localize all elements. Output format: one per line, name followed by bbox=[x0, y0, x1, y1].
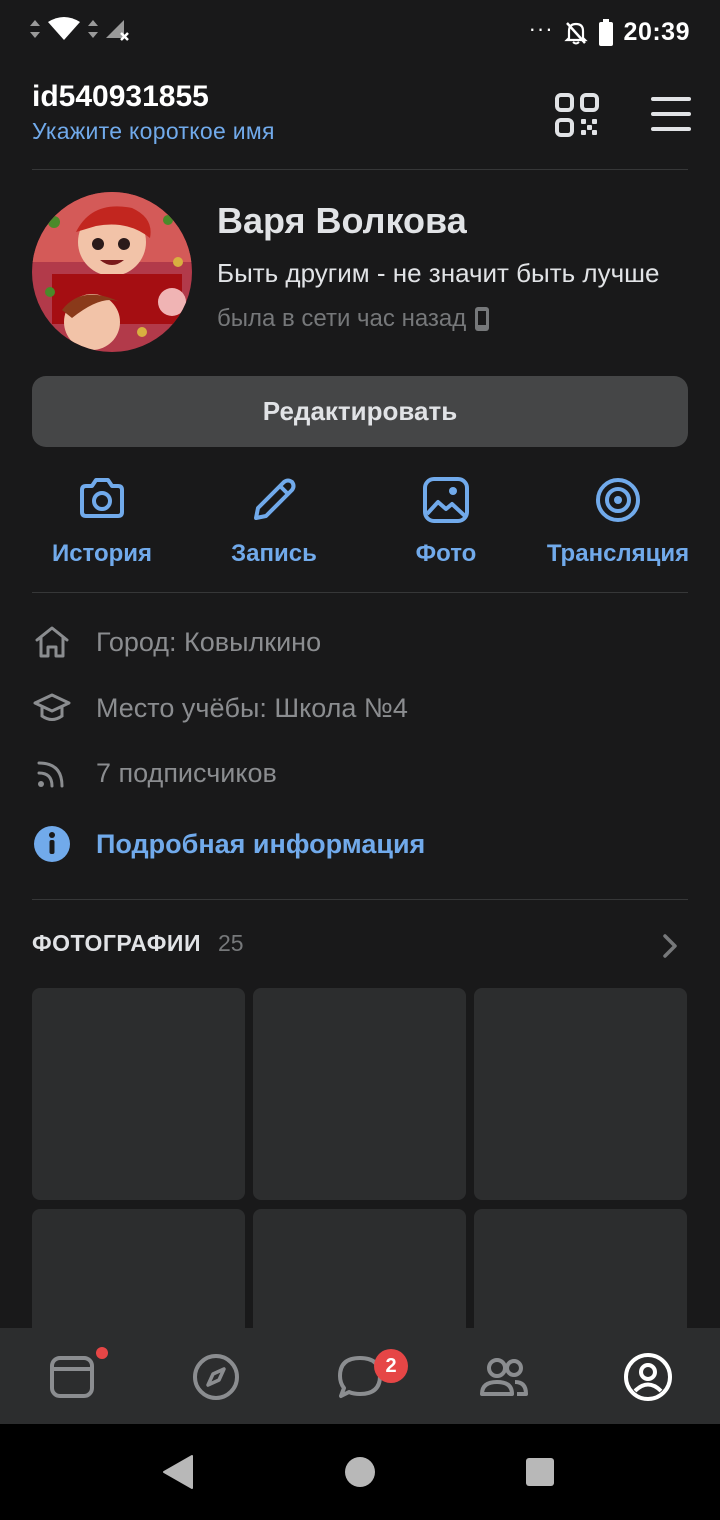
status-more-indicator: ··· bbox=[528, 15, 554, 41]
action-post-label: Запись bbox=[231, 540, 317, 567]
header-divider bbox=[32, 169, 688, 170]
qr-code-icon bbox=[555, 93, 599, 137]
info-icon bbox=[34, 826, 70, 862]
photos-title: ФОТОГРАФИИ bbox=[32, 930, 201, 956]
back-icon[interactable] bbox=[160, 1454, 196, 1490]
profile-status[interactable]: Быть другим - не значит быть лучше bbox=[217, 258, 689, 289]
system-nav-bar bbox=[0, 1424, 720, 1520]
tab-friends[interactable] bbox=[479, 1352, 529, 1402]
photos-count: 25 bbox=[218, 930, 244, 956]
graduation-cap-icon bbox=[33, 693, 71, 721]
broadcast-icon bbox=[596, 478, 640, 522]
avatar[interactable] bbox=[32, 192, 192, 352]
signal-icon bbox=[106, 20, 129, 41]
profile-icon bbox=[624, 1353, 672, 1401]
status-right-icons: ··· 20:39 bbox=[528, 15, 690, 47]
online-status: была в сети час назад bbox=[217, 305, 490, 333]
profile-header: id540931855 Укажите короткое имя bbox=[32, 80, 691, 170]
rss-icon bbox=[37, 761, 64, 788]
user-id: id540931855 bbox=[32, 80, 209, 113]
battery-icon bbox=[598, 18, 613, 46]
home-icon bbox=[35, 626, 69, 658]
action-broadcast-label: Трансляция bbox=[546, 540, 690, 567]
newsfeed-notification-dot bbox=[96, 1347, 108, 1359]
pencil-icon bbox=[254, 478, 296, 520]
info-city-row: Город: Ковылкино bbox=[32, 622, 321, 662]
details-link: Подробная информация bbox=[96, 828, 426, 859]
home-button-icon[interactable] bbox=[344, 1456, 376, 1488]
recents-icon[interactable] bbox=[525, 1457, 555, 1487]
explore-compass-icon bbox=[193, 1354, 239, 1400]
wifi-icon bbox=[48, 17, 80, 40]
action-story-label: История bbox=[51, 540, 153, 567]
menu-button[interactable] bbox=[650, 94, 692, 134]
status-left-icons bbox=[28, 16, 130, 42]
qr-code-button[interactable] bbox=[554, 92, 600, 138]
mobile-device-icon bbox=[475, 307, 490, 331]
avatar-image bbox=[32, 192, 192, 352]
image-icon bbox=[423, 477, 469, 523]
profile-name: Варя Волкова bbox=[217, 200, 467, 241]
tab-newsfeed[interactable] bbox=[47, 1352, 97, 1402]
tab-explore[interactable] bbox=[191, 1352, 241, 1402]
info-city: Город: Ковылкино bbox=[96, 626, 322, 657]
photo-tile[interactable] bbox=[32, 988, 245, 1200]
chevron-right-icon bbox=[663, 934, 677, 958]
camera-icon bbox=[80, 478, 124, 518]
data-arrows-icon bbox=[30, 20, 40, 38]
online-status-text: была в сети час назад bbox=[217, 305, 467, 332]
photo-tile[interactable] bbox=[253, 988, 466, 1200]
newsfeed-icon bbox=[50, 1356, 94, 1398]
info-followers-row[interactable]: 7 подписчиков bbox=[32, 753, 277, 793]
tab-profile[interactable] bbox=[623, 1352, 673, 1402]
action-story-button[interactable]: История bbox=[12, 474, 192, 574]
status-bar: ··· 20:39 bbox=[0, 0, 720, 66]
info-divider bbox=[32, 899, 688, 900]
photo-tile[interactable] bbox=[474, 988, 687, 1200]
edit-profile-button[interactable]: Редактировать bbox=[32, 376, 688, 447]
info-school-row: Место учёбы: Школа №4 bbox=[32, 688, 408, 728]
info-school: Место учёбы: Школа №4 bbox=[96, 692, 408, 723]
messages-badge: 2 bbox=[374, 1349, 408, 1383]
bottom-tab-bar bbox=[0, 1328, 720, 1424]
status-time: 20:39 bbox=[623, 18, 690, 46]
action-photo-button[interactable]: Фото bbox=[356, 474, 536, 574]
data-arrows-icon bbox=[88, 20, 98, 38]
actions-divider bbox=[32, 592, 688, 593]
photos-header[interactable]: ФОТОГРАФИИ 25 bbox=[32, 930, 688, 962]
friends-icon bbox=[480, 1358, 528, 1396]
action-broadcast-button[interactable]: Трансляция bbox=[528, 474, 708, 574]
info-followers: 7 подписчиков bbox=[96, 757, 277, 788]
mute-notifications-icon bbox=[563, 21, 588, 44]
info-details-row[interactable]: Подробная информация bbox=[32, 824, 425, 864]
hamburger-menu-icon bbox=[651, 97, 691, 131]
action-photo-label: Фото bbox=[415, 540, 477, 567]
short-name-link[interactable]: Укажите короткое имя bbox=[32, 118, 275, 145]
action-post-button[interactable]: Запись bbox=[184, 474, 364, 574]
